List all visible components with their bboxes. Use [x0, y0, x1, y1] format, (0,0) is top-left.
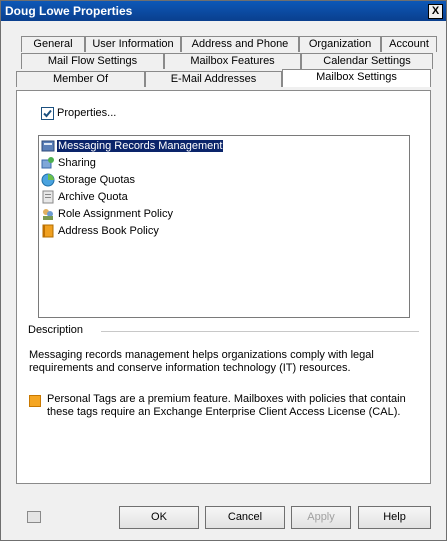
- premium-feature-icon: [29, 395, 41, 407]
- list-item-label: Messaging Records Management: [57, 140, 224, 152]
- archive-quota-icon: [41, 190, 55, 204]
- tab-mailbox-features[interactable]: Mailbox Features: [164, 53, 301, 69]
- help-button[interactable]: Help: [358, 506, 431, 529]
- sharing-icon: [41, 156, 55, 170]
- address-book-icon: [41, 224, 55, 238]
- tab-email-addresses[interactable]: E-Mail Addresses: [145, 71, 282, 87]
- list-item-label: Role Assignment Policy: [58, 208, 173, 220]
- description-text: Messaging records management helps organ…: [29, 349, 374, 374]
- storage-quota-icon: [41, 173, 55, 187]
- description-heading: Description: [28, 324, 84, 336]
- command-shell-icon[interactable]: [27, 511, 41, 523]
- list-item[interactable]: Sharing: [41, 155, 97, 171]
- list-item[interactable]: Archive Quota: [41, 189, 129, 205]
- window-title: Doug Lowe Properties: [5, 4, 133, 18]
- list-item[interactable]: Messaging Records Management: [41, 138, 224, 154]
- tab-mailbox-settings[interactable]: Mailbox Settings: [282, 69, 431, 87]
- tab-address-and-phone[interactable]: Address and Phone: [181, 36, 299, 52]
- list-item-label: Address Book Policy: [58, 225, 159, 237]
- title-bar[interactable]: Doug Lowe Properties X: [1, 1, 446, 21]
- cancel-button[interactable]: Cancel: [205, 506, 285, 529]
- properties-button[interactable]: Properties...: [41, 105, 116, 121]
- list-item-label: Storage Quotas: [58, 174, 136, 186]
- premium-note-text: Personal Tags are a premium feature. Mai…: [47, 393, 406, 418]
- properties-dialog: Doug Lowe Properties X General User Info…: [0, 0, 447, 541]
- tab-account[interactable]: Account: [381, 36, 437, 52]
- list-item[interactable]: Role Assignment Policy: [41, 206, 174, 222]
- tab-mail-flow-settings[interactable]: Mail Flow Settings: [21, 53, 164, 69]
- list-item[interactable]: Storage Quotas: [41, 172, 136, 188]
- close-button[interactable]: X: [428, 4, 443, 19]
- checkbox-icon[interactable]: [41, 106, 54, 120]
- list-item-label: Archive Quota: [58, 191, 128, 203]
- apply-button[interactable]: Apply: [291, 506, 351, 529]
- close-icon[interactable]: X: [432, 5, 439, 17]
- tab-organization[interactable]: Organization: [299, 36, 381, 52]
- properties-label: Properties...: [57, 107, 117, 119]
- list-item[interactable]: Address Book Policy: [41, 223, 160, 239]
- settings-list[interactable]: Messaging Records Management Sharing Sto…: [38, 135, 410, 318]
- tab-general[interactable]: General: [21, 36, 85, 52]
- description-divider: [101, 331, 419, 332]
- records-management-icon: [41, 139, 55, 153]
- tab-calendar-settings[interactable]: Calendar Settings: [301, 53, 433, 69]
- tab-user-information[interactable]: User Information: [85, 36, 181, 52]
- tab-member-of[interactable]: Member Of: [16, 71, 145, 87]
- mailbox-settings-panel: Properties... Messaging Records Manageme…: [16, 90, 431, 484]
- ok-button[interactable]: OK: [119, 506, 199, 529]
- role-assignment-icon: [41, 207, 55, 221]
- list-item-label: Sharing: [58, 157, 96, 169]
